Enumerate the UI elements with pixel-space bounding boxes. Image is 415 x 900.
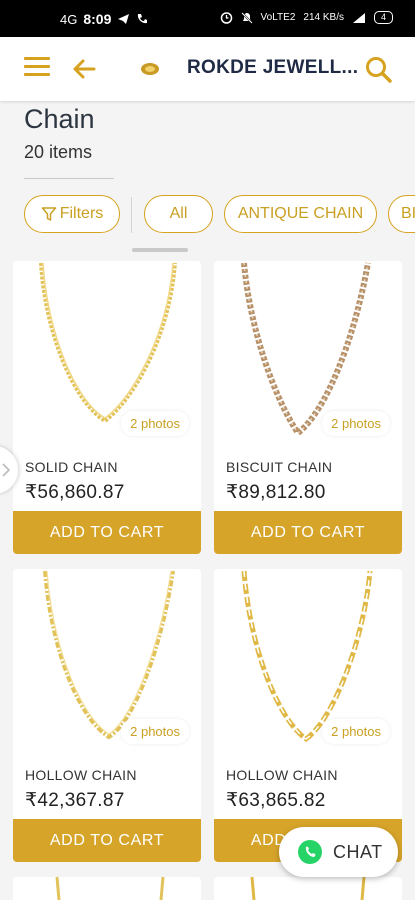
chip-all-label: All <box>169 205 188 222</box>
battery-indicator: 4 <box>373 11 393 24</box>
add-to-cart-button[interactable]: ADD TO CART <box>13 511 201 554</box>
photo-count-badge: 2 photos <box>322 719 390 744</box>
signal-icon <box>352 12 365 23</box>
app-title: ROKDE JEWELL... <box>187 57 357 78</box>
product-card[interactable]: 2 photos HOLLOW CHAIN ₹42,367.87 ADD TO … <box>13 569 201 862</box>
network-type-label: VoLTE2 <box>260 12 296 23</box>
menu-icon[interactable] <box>24 57 50 79</box>
chip-scroll-indicator <box>132 248 188 252</box>
chip-separator <box>131 197 132 233</box>
search-icon[interactable] <box>364 55 394 85</box>
product-card[interactable]: 2 photos SOLID CHAIN ₹56,860.87 ADD TO C… <box>13 261 201 554</box>
item-count: 20 items <box>24 142 93 162</box>
chat-button[interactable]: CHAT <box>279 827 398 877</box>
chip-antique-chain[interactable]: ANTIQUE CHAIN <box>224 195 377 233</box>
product-card-peek[interactable] <box>13 877 201 900</box>
add-to-cart-button[interactable]: ADD TO CART <box>13 819 201 862</box>
telegram-icon <box>118 14 130 24</box>
filters-button[interactable]: Filters <box>24 195 120 233</box>
divider <box>24 178 114 179</box>
filter-chip-row[interactable]: Filters All ANTIQUE CHAIN BI <box>0 195 415 235</box>
chip-partial-label: BI <box>401 205 415 222</box>
call-icon <box>138 14 148 24</box>
mute-icon <box>240 11 253 24</box>
chip-antique-chain-label: ANTIQUE CHAIN <box>237 205 364 222</box>
product-card[interactable]: 2 photos HOLLOW CHAIN ₹63,865.82 ADD TO … <box>214 569 402 862</box>
page-title: Chain <box>24 104 95 134</box>
filters-label: Filters <box>59 205 104 222</box>
chip-all[interactable]: All <box>144 195 213 233</box>
app-bar: ROKDE JEWELL... <box>0 37 415 101</box>
add-to-cart-button[interactable]: ADD TO CART <box>214 511 402 554</box>
alarm-icon <box>220 12 232 24</box>
product-name: HOLLOW CHAIN <box>226 767 338 783</box>
product-image-peek <box>55 877 165 900</box>
chevron-right-icon <box>2 463 10 477</box>
photo-count-badge: 2 photos <box>121 719 189 744</box>
status-time: 8:09 <box>83 11 112 27</box>
chip-partial[interactable]: BI <box>388 195 415 233</box>
product-price: ₹42,367.87 <box>25 790 125 811</box>
product-price: ₹56,860.87 <box>25 482 125 503</box>
whatsapp-icon <box>298 840 322 864</box>
photo-count-badge: 2 photos <box>121 411 189 436</box>
status-bar: 4G 8:09 VoLTE2 214 KB/s 4 <box>0 0 415 37</box>
network-label: 4G <box>60 11 78 27</box>
brand-logo-icon <box>141 63 159 75</box>
product-price: ₹89,812.80 <box>226 482 326 503</box>
product-name: BISCUIT CHAIN <box>226 459 333 475</box>
filter-icon <box>41 207 56 221</box>
speed-label: 214 KB/s <box>303 12 344 23</box>
arrow-left-icon[interactable] <box>68 53 100 85</box>
product-name: SOLID CHAIN <box>25 459 118 475</box>
chat-label: CHAT <box>333 841 383 862</box>
product-price: ₹63,865.82 <box>226 790 326 811</box>
product-image-peek <box>250 877 366 900</box>
product-name: HOLLOW CHAIN <box>25 767 137 783</box>
product-card-peek[interactable] <box>214 877 402 900</box>
product-card[interactable]: 2 photos BISCUIT CHAIN ₹89,812.80 ADD TO… <box>214 261 402 554</box>
photo-count-badge: 2 photos <box>322 411 390 436</box>
